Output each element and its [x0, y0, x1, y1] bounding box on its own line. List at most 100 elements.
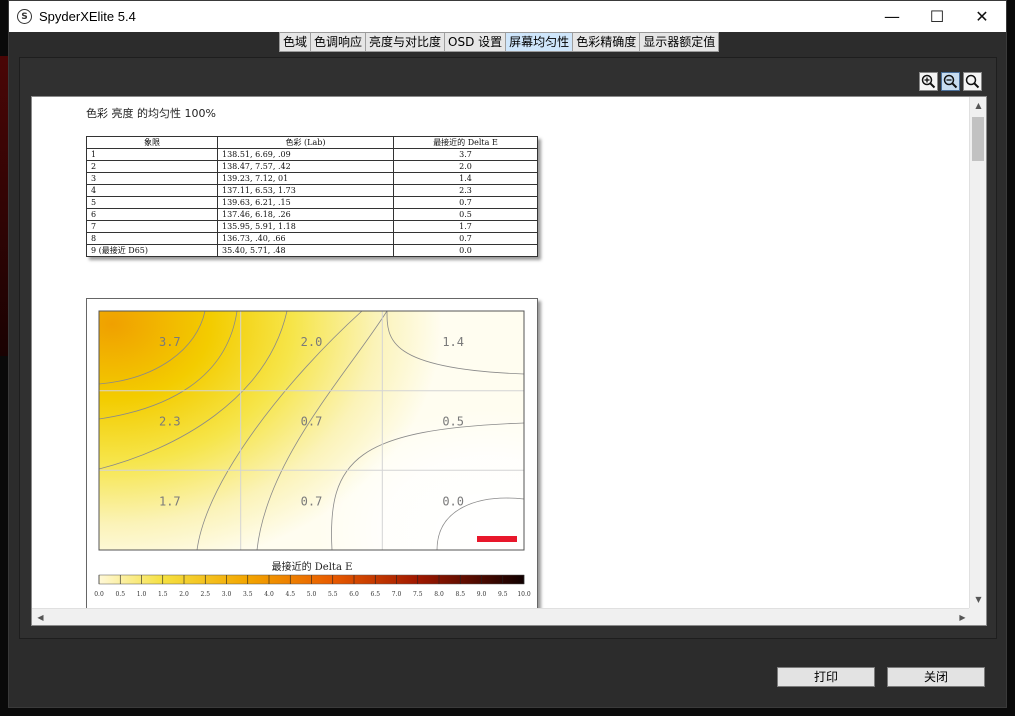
- zoom-fit-button[interactable]: [963, 72, 982, 91]
- zoom-fit-icon: [965, 74, 980, 89]
- cell-value-label: 1.4: [442, 335, 464, 349]
- scale-tick-label: 6.5: [370, 591, 380, 598]
- tab-5[interactable]: 色彩精确度: [573, 33, 641, 51]
- scale-tick-label: 5.0: [307, 591, 317, 598]
- tab-0[interactable]: 色域: [280, 33, 312, 51]
- background-edge: [0, 56, 8, 356]
- column-header-delta-e: 最接近的 Delta E: [393, 136, 538, 149]
- scale-tick-label: 7.0: [392, 591, 402, 598]
- cell-value-label: 3.7: [159, 335, 181, 349]
- window-title: SpyderXElite 5.4: [39, 9, 136, 24]
- app-window: S SpyderXElite 5.4 — ☐ ✕ 色域 色调响应 亮度与对比度 OSD…: [8, 0, 1007, 708]
- table-row: 3 139.23, 7.12, 01 1.4: [86, 172, 538, 185]
- cell-delta-e: 0.5: [393, 208, 538, 221]
- scale-tick-label: 6.0: [349, 591, 359, 598]
- scroll-corner: [969, 608, 986, 625]
- cell-lab: 136.73, .40, .66: [217, 232, 394, 245]
- cell-quadrant: 8: [86, 232, 218, 245]
- tab-bar: 色域 色调响应 亮度与对比度 OSD 设置 屏幕均匀性 色彩精确度 显示器额定值: [279, 32, 720, 52]
- scale-tick-label: 7.5: [413, 591, 423, 598]
- tab-1[interactable]: 色调响应: [311, 33, 367, 51]
- scale-tick-label: 0.0: [94, 591, 104, 598]
- close-window-button[interactable]: ✕: [960, 1, 1004, 32]
- cell-lab: 137.11, 6.53, 1.73: [217, 184, 394, 197]
- title-bar: S SpyderXElite 5.4 — ☐ ✕: [9, 1, 1006, 32]
- minimize-button[interactable]: —: [870, 1, 914, 32]
- tab-6[interactable]: 显示器额定值: [640, 33, 719, 51]
- table-row: 4 137.11, 6.53, 1.73 2.3: [86, 184, 538, 197]
- scroll-up-arrow-icon[interactable]: ▲: [970, 97, 986, 114]
- scale-tick-label: 3.0: [222, 591, 232, 598]
- uniformity-heatmap: 3.7 2.0 1.4 2.3 0.7 0.5 1.7 0.7 0.0 最接近的 Delta E…: [94, 310, 531, 598]
- table-header-row: 象限 色彩 (Lab) 最接近的 Delta E: [86, 136, 538, 149]
- table-row: 9 (最接近 D65) 35.40, 5.71, .48 0.0: [86, 244, 538, 257]
- cell-quadrant: 2: [86, 160, 218, 173]
- scale-tick-label: 9.5: [498, 591, 508, 598]
- app-logo-icon: S: [17, 9, 32, 24]
- scale-tick-label: 10.0: [517, 591, 531, 598]
- zoom-out-button[interactable]: [941, 72, 960, 91]
- scale-tick-label: 8.0: [434, 591, 444, 598]
- horizontal-scrollbar[interactable]: ◀ ▶: [32, 608, 971, 625]
- cell-delta-e: 0.0: [393, 244, 538, 257]
- close-button[interactable]: 关闭: [887, 667, 985, 687]
- cell-value-label: 0.0: [442, 494, 464, 508]
- column-header-quadrant: 象限: [86, 136, 218, 149]
- cell-delta-e: 0.7: [393, 232, 538, 245]
- uniformity-table-wrap: 象限 色彩 (Lab) 最接近的 Delta E 1 138.51, 6.69, …: [86, 136, 538, 257]
- uniformity-plot: 3.7 2.0 1.4 2.3 0.7 0.5 1.7 0.7 0.0 最接近的 Delta E…: [86, 298, 538, 616]
- maximize-button[interactable]: ☐: [915, 1, 959, 32]
- scale-tick-label: 4.5: [285, 591, 295, 598]
- cell-lab: 35.40, 5.71, .48: [217, 244, 394, 257]
- tab-4[interactable]: 屏幕均匀性: [506, 33, 574, 51]
- scale-tick-label: 1.5: [158, 591, 168, 598]
- zoom-in-icon: [921, 74, 936, 89]
- cell-value-label: 1.7: [159, 494, 181, 508]
- legend-title: 最接近的 Delta E: [272, 560, 353, 573]
- uniformity-table: 象限 色彩 (Lab) 最接近的 Delta E 1 138.51, 6.69, …: [86, 136, 538, 257]
- cell-lab: 135.95, 5.91, 1.18: [217, 220, 394, 233]
- table-row: 8 136.73, .40, .66 0.7: [86, 232, 538, 245]
- scroll-down-arrow-icon[interactable]: ▼: [970, 591, 986, 608]
- tab-2[interactable]: 亮度与对比度: [366, 33, 446, 51]
- scale-tick-label: 2.5: [200, 591, 210, 598]
- table-row: 6 137.46, 6.18, .26 0.5: [86, 208, 538, 221]
- cell-value-label: 2.3: [159, 415, 181, 429]
- table-row: 2 138.47, 7.57, .42 2.0: [86, 160, 538, 173]
- plot-area: 3.7 2.0 1.4 2.3 0.7 0.5 1.7 0.7 0.0: [98, 310, 525, 551]
- cell-delta-e: 3.7: [393, 148, 538, 161]
- cell-value-label: 0.7: [301, 415, 323, 429]
- table-row: 7 135.95, 5.91, 1.18 1.7: [86, 220, 538, 233]
- cell-value-label: 0.7: [301, 494, 323, 508]
- zoom-out-icon: [943, 74, 958, 89]
- cell-quadrant: 4: [86, 184, 218, 197]
- scale-tick-label: 8.5: [455, 591, 465, 598]
- table-row: 5 139.63, 6.21, .15 0.7: [86, 196, 538, 209]
- cell-quadrant: 5: [86, 196, 218, 209]
- cell-lab: 139.23, 7.12, 01: [217, 172, 394, 185]
- print-button[interactable]: 打印: [777, 667, 875, 687]
- vertical-scroll-thumb[interactable]: [972, 117, 984, 161]
- cell-delta-e: 2.3: [393, 184, 538, 197]
- vertical-scrollbar[interactable]: ▲ ▼: [969, 97, 986, 608]
- cell-lab: 137.46, 6.18, .26: [217, 208, 394, 221]
- cell-delta-e: 0.7: [393, 196, 538, 209]
- tab-3[interactable]: OSD 设置: [445, 33, 507, 51]
- scale-tick-label: 0.5: [115, 591, 125, 598]
- report-view[interactable]: 色彩 亮度 的均匀性 100% 象限 色彩 (Lab) 最接近的 Delta E…: [31, 96, 987, 626]
- cell-value-label: 0.5: [442, 415, 464, 429]
- cell-quadrant: 7: [86, 220, 218, 233]
- zoom-toolbar: [919, 72, 982, 91]
- cell-lab: 138.47, 7.57, .42: [217, 160, 394, 173]
- cell-quadrant: 9 (最接近 D65): [86, 244, 218, 257]
- cell-delta-e: 1.4: [393, 172, 538, 185]
- zoom-in-button[interactable]: [919, 72, 938, 91]
- scale-tick-label: 4.0: [264, 591, 274, 598]
- cell-quadrant: 6: [86, 208, 218, 221]
- reference-marker: [477, 536, 517, 542]
- table-row: 1 138.51, 6.69, .09 3.7: [86, 148, 538, 161]
- cell-quadrant: 3: [86, 172, 218, 185]
- content-panel: 色彩 亮度 的均匀性 100% 象限 色彩 (Lab) 最接近的 Delta E…: [19, 57, 997, 639]
- cell-delta-e: 1.7: [393, 220, 538, 233]
- scroll-left-arrow-icon[interactable]: ◀: [32, 609, 49, 625]
